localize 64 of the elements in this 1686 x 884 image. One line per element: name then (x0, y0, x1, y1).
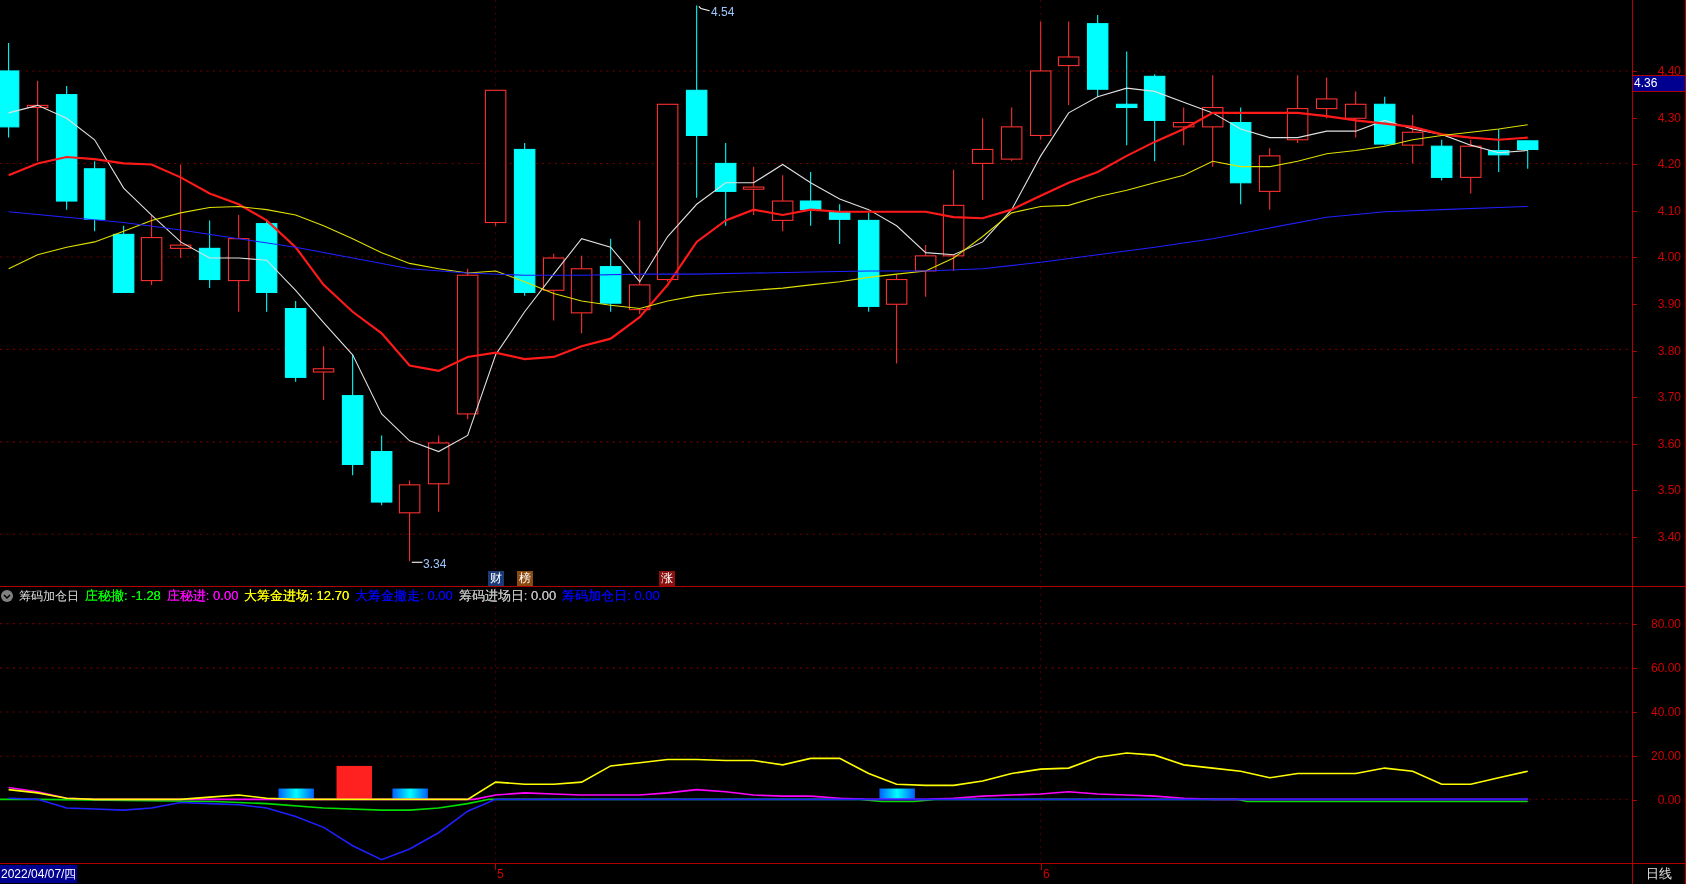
legend-item: 庄秘撤: -1.28 (85, 588, 161, 604)
legend-item: 大筹金进场: 12.70 (244, 588, 350, 604)
candlestick (1516, 140, 1539, 170)
axis-label: 4.30 (1657, 110, 1681, 125)
axis-label: 3.40 (1657, 530, 1681, 544)
axis-label: 60.00 (1650, 661, 1681, 675)
axis-label: 3.70 (1657, 390, 1681, 405)
collapse-icon[interactable] (1, 590, 13, 602)
event-badge: 财 (488, 571, 504, 586)
candlestick (799, 171, 822, 227)
axis-label: 3.90 (1657, 297, 1681, 311)
candlestick (140, 214, 163, 286)
candlestick (112, 225, 135, 293)
candlestick (742, 166, 765, 216)
candlestick (771, 174, 794, 232)
candlestick (1430, 139, 1453, 182)
candlestick (1344, 90, 1367, 139)
axis-label: 4.40 (1657, 64, 1681, 78)
indicator-bar (278, 788, 314, 800)
legend-item: 筹码进场日: 0.00 (458, 588, 557, 604)
cursor-date-label: 2022/04/07/四 (0, 865, 78, 883)
legend-item: 筹码加仓日: 0.00 (562, 588, 660, 604)
axis-label: 3.50 (1657, 483, 1681, 498)
high-price-label: 4.54 (711, 4, 735, 21)
month-label: 6 (1043, 866, 1050, 882)
indicator-name: 筹码加仓日 (19, 588, 79, 604)
candlestick (1286, 74, 1309, 144)
indicator-bar (392, 788, 428, 800)
candlestick (370, 434, 393, 506)
axis-label: 4.10 (1657, 203, 1681, 218)
candlestick (1487, 128, 1510, 173)
candlestick (1373, 96, 1396, 146)
candlestick (1258, 147, 1281, 211)
axis-label: 3.80 (1657, 343, 1681, 358)
axis-label: 40.00 (1650, 705, 1681, 719)
candlestick (542, 253, 565, 321)
legend-item: 大筹金撤走: 0.00 (355, 588, 453, 604)
candlestick (83, 160, 106, 232)
axis-label: 20.00 (1650, 749, 1681, 763)
event-badge: 榜 (517, 571, 533, 586)
candlestick (1401, 114, 1424, 164)
leader-line (411, 561, 424, 563)
candlestick (1172, 106, 1195, 146)
indicator-bar (879, 788, 915, 800)
candlestick (1315, 76, 1338, 119)
candlestick (914, 244, 937, 298)
indicator-bar (336, 765, 372, 800)
legend-item: 庄秘进: 0.00 (166, 588, 239, 604)
event-badge: 涨 (659, 571, 675, 586)
axis-label: 4.00 (1657, 250, 1681, 265)
month-label: 5 (497, 866, 504, 882)
axis-label: 0.00 (1657, 793, 1681, 807)
candlestick (1000, 106, 1023, 162)
candlestick (198, 219, 221, 289)
candlestick (1460, 139, 1482, 195)
axis-label: 3.60 (1657, 436, 1681, 451)
axis-label: 80.00 (1650, 617, 1681, 631)
current-price-label: 4.36 (1633, 75, 1685, 92)
period-label: 日线 (1646, 865, 1672, 884)
low-price-label: 3.34 (423, 556, 447, 573)
leader-line (698, 5, 711, 12)
candlestick (828, 203, 851, 245)
axis-label: 4.20 (1657, 157, 1681, 172)
candlestick (312, 345, 335, 401)
